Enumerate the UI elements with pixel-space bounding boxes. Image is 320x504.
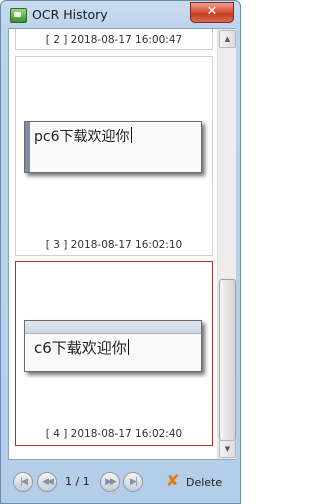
entry-caption: [ 4 ] 2018-08-17 16:02:40 <box>45 428 183 440</box>
delete-icon: ✘ <box>166 471 180 490</box>
title-bar[interactable]: OCR History ✕ <box>1 1 240 29</box>
ocr-thumbnail: c6下载欢迎你 <box>24 320 202 372</box>
history-entry-selected[interactable]: c6下载欢迎你 [ 4 ] 2018-08-17 16:02:40 <box>15 261 213 446</box>
page-indicator: 1 / 1 <box>65 475 90 488</box>
history-list[interactable]: [ 2 ] 2018-08-17 16:00:47 pc6下载欢迎你 [ 3 ]… <box>9 29 217 459</box>
thumbnail-text: c6下载欢迎你 <box>34 339 127 357</box>
delete-label: Delete <box>186 476 223 489</box>
thumbnail-scrollbar-strip <box>25 122 30 172</box>
thumbnail-text: pc6下载欢迎你 <box>34 129 130 145</box>
thumbnail-toolbar-strip <box>25 321 201 334</box>
last-page-button[interactable]: ▶| <box>123 472 143 492</box>
delete-button[interactable]: ✘ Delete <box>166 472 226 492</box>
scroll-down-icon[interactable]: ▼ <box>219 440 236 458</box>
window-title: OCR History <box>32 7 108 22</box>
ocr-thumbnail: pc6下载欢迎你 <box>24 121 202 173</box>
first-page-button[interactable]: |◀ <box>13 472 33 492</box>
scroll-thumb[interactable] <box>219 279 236 441</box>
vertical-scrollbar[interactable]: ▲ ▼ <box>217 29 236 459</box>
ocr-history-window: OCR History ✕ [ 2 ] 2018-08-17 16:00:47 … <box>0 0 241 504</box>
next-page-button[interactable]: ▶▶ <box>100 472 120 492</box>
text-caret <box>127 339 129 355</box>
close-button[interactable]: ✕ <box>190 2 234 23</box>
history-entry[interactable]: pc6下载欢迎你 [ 3 ] 2018-08-17 16:02:10 <box>15 56 213 256</box>
app-icon <box>10 8 27 23</box>
history-panel: [ 2 ] 2018-08-17 16:00:47 pc6下载欢迎你 [ 3 ]… <box>8 28 236 460</box>
entry-caption: [ 3 ] 2018-08-17 16:02:10 <box>45 239 183 251</box>
bottom-toolbar: |◀ ◀◀ 1 / 1 ▶▶ ▶| ✘ Delete <box>1 463 240 501</box>
history-entry[interactable]: [ 2 ] 2018-08-17 16:00:47 <box>15 29 213 50</box>
entry-caption: [ 2 ] 2018-08-17 16:00:47 <box>45 34 183 46</box>
text-caret <box>130 127 132 143</box>
prev-page-button[interactable]: ◀◀ <box>37 472 57 492</box>
scroll-up-icon[interactable]: ▲ <box>219 30 236 48</box>
